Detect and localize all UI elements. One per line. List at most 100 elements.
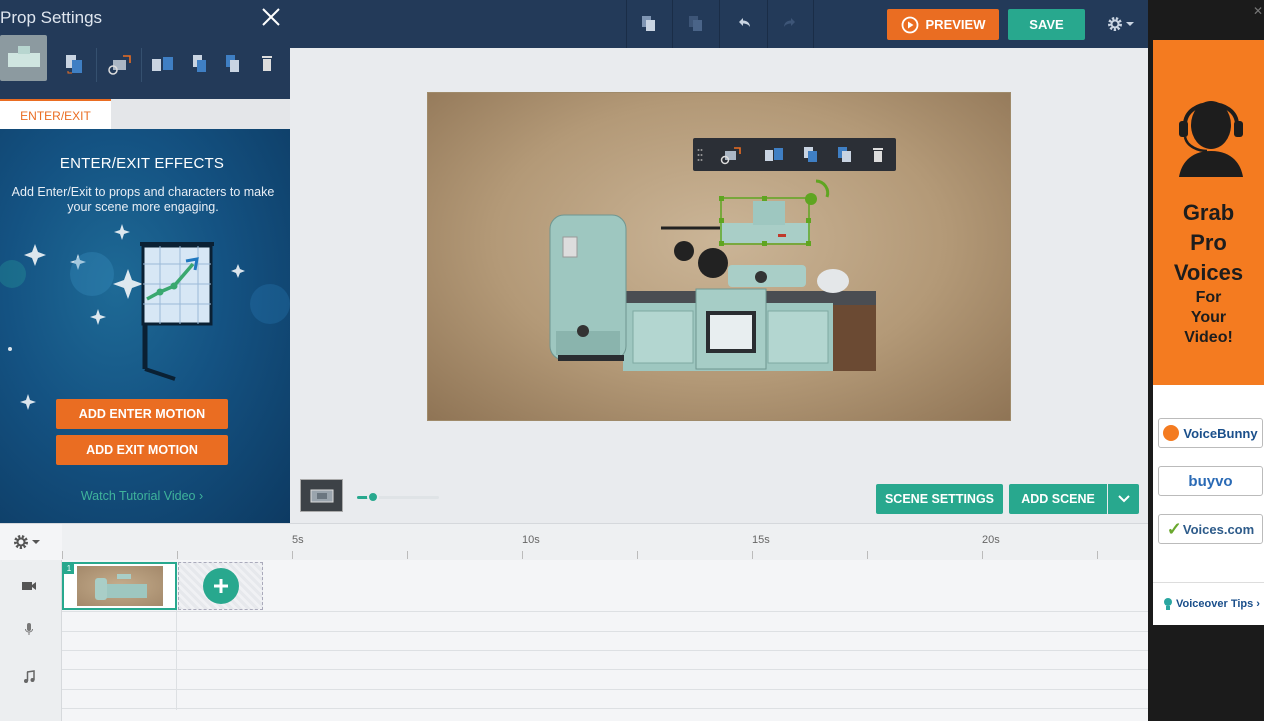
add-enter-motion-button[interactable]: ADD ENTER MOTION [56, 399, 228, 429]
zoom-slider-handle[interactable] [367, 491, 380, 503]
duplicate-icon[interactable] [189, 52, 211, 76]
copy-icon[interactable] [634, 9, 664, 39]
voices-check-icon: ✓ [1166, 518, 1182, 539]
toolbar-separator [767, 0, 768, 48]
prop-floating-toolbar [693, 138, 896, 171]
chevron-right-icon: › [1256, 598, 1260, 610]
track-divider [62, 689, 1148, 690]
image-icon [310, 489, 333, 502]
tutorial-label: Watch Tutorial Video [80, 489, 196, 503]
tick-mark [522, 551, 523, 559]
toolbar-separator [813, 0, 814, 48]
music-note-icon [18, 668, 40, 686]
voices-com-logo[interactable]: ✓ Voices.com [1158, 514, 1263, 544]
tab-enter-exit[interactable]: ENTER/EXIT [0, 99, 111, 130]
preview-button[interactable]: PREVIEW [887, 9, 999, 40]
add-exit-motion-button[interactable]: ADD EXIT MOTION [56, 435, 228, 465]
video-editor-app: PREVIEW SAVE SCENE SETTINGS ADD SCENE 5s… [0, 0, 1148, 721]
ad-line: Voices [1173, 260, 1244, 285]
play-circle-icon [901, 16, 918, 33]
redo-icon[interactable] [775, 9, 805, 39]
voiceover-tips-label: Voiceover Tips [1176, 598, 1254, 610]
buyvo-logo[interactable]: buyvo [1158, 466, 1263, 496]
ad-line: Your [1190, 309, 1227, 326]
ad-line: Pro [1190, 230, 1227, 255]
tick-mark [637, 551, 638, 559]
presentation-board-illustration [0, 224, 290, 410]
track-divider [62, 631, 1148, 632]
clip-number: 1 [64, 564, 74, 574]
undo-icon[interactable] [729, 9, 759, 39]
toolbar-separator [141, 48, 142, 82]
toolbar-separator [719, 0, 720, 48]
clip-divider [176, 610, 177, 710]
ad-line: For [1195, 289, 1222, 306]
copy-prop-icon[interactable] [222, 52, 244, 76]
headset-person-icon [1179, 101, 1243, 177]
send-backward-icon[interactable] [763, 144, 785, 166]
microphone-icon [18, 620, 40, 638]
prop-thumbnail [0, 35, 47, 81]
clip-thumbnail [77, 566, 163, 606]
effects-title: ENTER/EXIT EFFECTS [59, 155, 225, 172]
timeline-settings-button[interactable] [12, 532, 44, 552]
enter-exit-effect-icon[interactable] [106, 52, 134, 76]
prop-settings-panel: Prop Settings ENTER/EXIT ENTER/EXIT EFFE… [0, 0, 290, 523]
panel-header: Prop Settings [0, 0, 290, 99]
scene-thumbnail-button[interactable] [300, 479, 343, 512]
preview-label: PREVIEW [925, 17, 986, 32]
voicebunny-icon [1163, 425, 1180, 441]
add-clip-button[interactable] [178, 562, 263, 610]
close-icon[interactable] [260, 6, 282, 28]
ad-divider [1153, 582, 1264, 583]
paste-icon[interactable] [681, 9, 711, 39]
add-scene-button[interactable]: ADD SCENE [1009, 484, 1107, 514]
close-icon[interactable]: ✕ [1253, 4, 1263, 18]
tick-label-15s: 15s [752, 534, 770, 546]
tick-mark [1097, 551, 1098, 559]
enter-exit-effect-icon[interactable] [720, 144, 742, 166]
drag-handle-icon[interactable] [695, 144, 705, 166]
scene-clip[interactable]: 1 [62, 562, 177, 610]
tick-mark [982, 551, 983, 559]
tick-label-20s: 20s [982, 534, 1000, 546]
gear-icon [1108, 17, 1122, 31]
toolbar-separator [626, 0, 627, 48]
scene-settings-button[interactable]: SCENE SETTINGS [876, 484, 1003, 514]
track-divider [62, 708, 1148, 709]
panel-title: Prop Settings [0, 8, 103, 27]
tick-label-5s: 5s [292, 534, 304, 546]
trash-icon[interactable] [256, 52, 278, 76]
track-divider [62, 669, 1148, 670]
toolbar-separator [96, 48, 97, 82]
ad-line: Grab [1182, 200, 1235, 225]
tick-mark [177, 551, 178, 559]
caret-down-icon [1126, 22, 1134, 26]
track-divider [62, 611, 1148, 612]
track-divider [62, 650, 1148, 651]
tick-mark [407, 551, 408, 559]
voicebunny-logo[interactable]: VoiceBunny [1158, 418, 1263, 448]
effects-description: Add Enter/Exit to props and characters t… [11, 185, 275, 214]
watch-tutorial-link[interactable]: Watch Tutorial Video › [0, 489, 284, 503]
voices-com-label: Voices.com [1182, 521, 1255, 537]
toolbar-separator [672, 0, 673, 48]
tick-mark [292, 551, 293, 559]
copy-prop-icon[interactable] [834, 144, 856, 166]
trash-icon[interactable] [867, 144, 889, 166]
settings-menu-button[interactable] [1103, 12, 1137, 36]
chevron-down-icon [1117, 495, 1130, 503]
video-camera-icon [18, 577, 40, 595]
add-scene-dropdown-button[interactable] [1108, 484, 1139, 514]
swap-prop-icon[interactable] [63, 52, 85, 76]
voiceover-tips-link[interactable]: Voiceover Tips › [1163, 597, 1260, 611]
enter-exit-content: ENTER/EXIT EFFECTS Add Enter/Exit to pro… [0, 129, 290, 523]
lightbulb-icon [1164, 598, 1172, 610]
ad-line: Video! [1184, 329, 1233, 346]
ad-orange-block: Grab Pro Voices For Your Video! [1153, 40, 1264, 385]
duplicate-icon[interactable] [800, 144, 822, 166]
save-button[interactable]: SAVE [1008, 9, 1085, 40]
tick-mark [752, 551, 753, 559]
advertisement-banner[interactable]: Grab Pro Voices For Your Video! VoiceBun… [1153, 40, 1264, 625]
send-backward-icon[interactable] [150, 52, 176, 76]
